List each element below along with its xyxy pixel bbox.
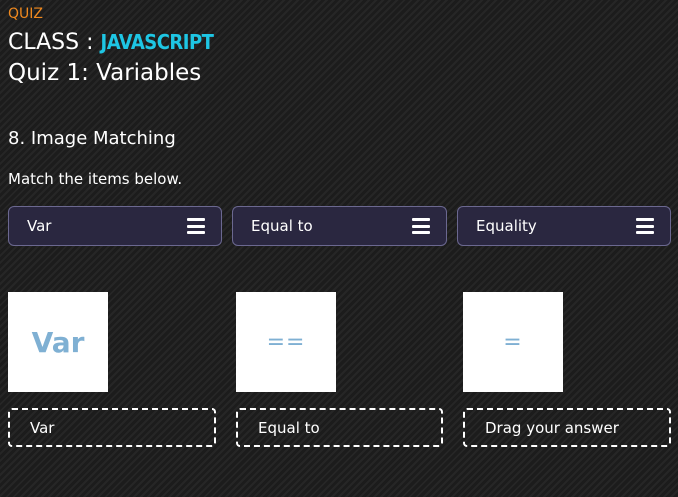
drag-item-var[interactable]: Var (8, 206, 222, 246)
image-tile-var: Var (8, 292, 108, 392)
drop-zone-placeholder: Drag your answer (485, 419, 619, 437)
class-heading: CLASS : JAVASCRIPT (8, 30, 214, 55)
drop-zone-value: Equal to (258, 419, 320, 437)
image-tile-single-equals: = (463, 292, 563, 392)
drag-item-label: Equality (476, 217, 537, 235)
image-tile-double-equals: == (236, 292, 336, 392)
drag-item-equal-to[interactable]: Equal to (232, 206, 447, 246)
drag-item-equality[interactable]: Equality (457, 206, 671, 246)
question-instructions: Match the items below. (8, 170, 183, 188)
drop-zone-3[interactable]: Drag your answer (463, 408, 671, 447)
section-label: QUIZ (8, 6, 43, 22)
drag-item-label: Equal to (251, 217, 313, 235)
drop-zone-1[interactable]: Var (8, 408, 216, 447)
drop-zone-value: Var (30, 419, 55, 437)
class-prefix: CLASS : (8, 30, 101, 55)
drop-zone-2[interactable]: Equal to (236, 408, 443, 447)
class-subject: JAVASCRIPT (100, 30, 214, 54)
drag-handle-icon[interactable] (412, 218, 430, 234)
drag-handle-icon[interactable] (187, 218, 205, 234)
quiz-title: Quiz 1: Variables (8, 60, 202, 86)
drag-handle-icon[interactable] (636, 218, 654, 234)
drag-item-label: Var (27, 217, 52, 235)
question-title: 8. Image Matching (8, 128, 176, 149)
